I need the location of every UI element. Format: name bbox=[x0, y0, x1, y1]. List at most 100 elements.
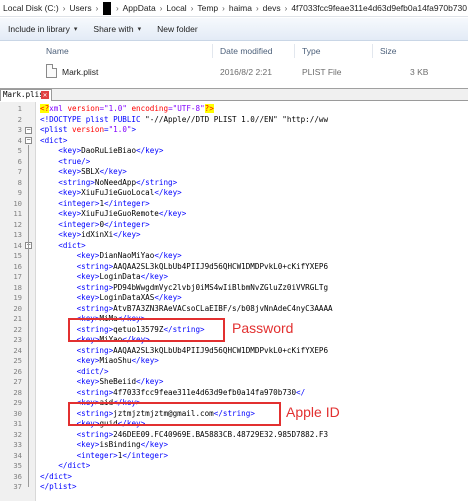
line-number: 14 bbox=[13, 240, 22, 250]
breadcrumb-item[interactable]: Users bbox=[68, 3, 92, 13]
code-line[interactable]: <string>NoNeedApp</string> bbox=[40, 178, 468, 189]
chevron-down-icon: ▾ bbox=[73, 26, 78, 33]
breadcrumb-separator-icon[interactable]: › bbox=[60, 4, 69, 13]
line-number: 19 bbox=[13, 293, 22, 302]
line-number: 5 bbox=[17, 146, 22, 155]
column-divider[interactable] bbox=[294, 44, 295, 58]
code-line[interactable]: <key>SBLX</key> bbox=[40, 167, 468, 178]
chevron-down-icon: ▾ bbox=[137, 26, 142, 33]
fold-guide bbox=[28, 144, 29, 487]
line-number: 27 bbox=[13, 377, 22, 386]
line-number: 23 bbox=[13, 335, 22, 344]
file-type: PLIST File bbox=[302, 67, 342, 77]
breadcrumb-item[interactable]: AppData bbox=[122, 3, 157, 13]
code-line[interactable]: <dict> bbox=[40, 241, 468, 252]
breadcrumb-separator-icon[interactable]: › bbox=[219, 4, 228, 13]
line-number: 16 bbox=[13, 261, 22, 271]
code-line[interactable]: <key>XiuFuJieGuoLocal</key> bbox=[40, 188, 468, 199]
column-divider[interactable] bbox=[372, 44, 373, 58]
address-bar[interactable]: Local Disk (C:) › Users › › AppData › Local › Tem… bbox=[0, 0, 468, 17]
include-in-library-button[interactable]: Include in library ▾ bbox=[0, 24, 85, 34]
file-row[interactable]: Mark.plist 2016/8/2 2:21 PLIST File 3 KB bbox=[0, 63, 468, 81]
line-number: 12 bbox=[13, 219, 22, 229]
column-divider[interactable] bbox=[212, 44, 213, 58]
breadcrumb-item[interactable]: 4f7033fcc9feae311e4d63d9efb0a14fa970b730 bbox=[290, 3, 468, 13]
column-header-name[interactable]: Name bbox=[46, 46, 69, 56]
code-line[interactable]: <string>AAQAA2SL3kQLbUb4PIIJ9d56QHCW1DMD… bbox=[40, 346, 468, 357]
code-line[interactable]: <string>246DEE09.FC40969E.BA5883CB.48729… bbox=[40, 430, 468, 441]
code-line[interactable]: </dict> bbox=[40, 472, 468, 483]
line-number: 22 bbox=[13, 324, 22, 334]
column-header-date[interactable]: Date modified bbox=[220, 46, 272, 56]
include-in-library-label: Include in library bbox=[8, 24, 70, 34]
line-number: 32 bbox=[13, 429, 22, 439]
code-line[interactable]: </dict> bbox=[40, 461, 468, 472]
new-folder-button[interactable]: New folder bbox=[149, 24, 206, 34]
code-line[interactable]: <string>AtvB7A3ZN3RAeVACsoCLaEIBF/s/b08j… bbox=[40, 304, 468, 315]
code-line[interactable]: <key>idXinXi</key> bbox=[40, 230, 468, 241]
line-number: 10 bbox=[13, 198, 22, 208]
code-line[interactable]: <!DOCTYPE plist PUBLIC "-//Apple//DTD PL… bbox=[40, 115, 468, 126]
line-number: 25 bbox=[13, 356, 22, 365]
code-area[interactable]: <?xml version="1.0" encoding="UTF-8"?> <!… bbox=[36, 102, 468, 501]
code-line[interactable]: <plist version="1.0"> bbox=[40, 125, 468, 136]
share-with-button[interactable]: Share with ▾ bbox=[85, 24, 149, 34]
breadcrumb-separator-icon[interactable]: › bbox=[93, 4, 102, 13]
command-bar: Include in library ▾ Share with ▾ New fo… bbox=[0, 18, 468, 41]
line-number: 21 bbox=[13, 314, 22, 323]
line-number: 35 bbox=[13, 461, 22, 470]
text-editor: Mark.plist ✕ 123−4−567891011121314−15161… bbox=[0, 88, 468, 501]
code-line[interactable]: <key>DaoRuLieBiao</key> bbox=[40, 146, 468, 157]
appleid-annotation: Apple ID bbox=[286, 404, 340, 420]
code-line[interactable]: <key>SheBeiid</key> bbox=[40, 377, 468, 388]
line-number: 2 bbox=[17, 114, 22, 124]
line-number: 6 bbox=[17, 156, 22, 166]
column-header-type[interactable]: Type bbox=[302, 46, 320, 56]
code-line[interactable]: <integer>1</integer> bbox=[40, 451, 468, 462]
line-number: 17 bbox=[13, 272, 22, 281]
code-line[interactable]: <?xml version="1.0" encoding="UTF-8"?> bbox=[40, 104, 468, 115]
line-number: 37 bbox=[13, 482, 22, 491]
close-icon[interactable]: ✕ bbox=[41, 91, 49, 99]
breadcrumb-item[interactable]: Local bbox=[165, 3, 187, 13]
code-line[interactable]: <key>LoginDataXAS</key> bbox=[40, 293, 468, 304]
fold-toggle-icon[interactable]: − bbox=[25, 126, 32, 134]
line-number: 26 bbox=[13, 366, 22, 376]
editor-tab-strip: Mark.plist ✕ bbox=[0, 89, 468, 101]
fold-toggle-icon[interactable]: − bbox=[25, 137, 32, 144]
code-line[interactable]: <string>4f7033fcc9feae311e4d63d9efb0a14f… bbox=[40, 388, 468, 399]
editor-tab[interactable]: Mark.plist ✕ bbox=[0, 89, 52, 101]
column-header-size[interactable]: Size bbox=[380, 46, 397, 56]
code-line[interactable]: <integer>0</integer> bbox=[40, 220, 468, 231]
code-line[interactable]: </plist> bbox=[40, 482, 468, 493]
file-name: Mark.plist bbox=[62, 67, 99, 77]
code-line[interactable]: <string>PD94bWwgdmVyc2lvbj0iMS4wIiBlbmNv… bbox=[40, 283, 468, 294]
code-line[interactable]: <key>XiuFuJieGuoRemote</key> bbox=[40, 209, 468, 220]
breadcrumb-item[interactable]: devs bbox=[262, 3, 282, 13]
breadcrumb-item[interactable]: Local Disk (C:) bbox=[2, 3, 60, 13]
breadcrumb-separator-icon[interactable]: › bbox=[113, 4, 122, 13]
file-size: 3 KB bbox=[410, 67, 429, 77]
line-number: 4 bbox=[17, 135, 22, 145]
breadcrumb-item[interactable]: Temp bbox=[196, 3, 219, 13]
code-line[interactable]: <string>AAQAA2SL3kQLbUb4PIIJ9d56QHCW1DMD… bbox=[40, 262, 468, 273]
password-highlight-box bbox=[68, 318, 225, 342]
code-line[interactable]: <key>isBinding</key> bbox=[40, 440, 468, 451]
file-icon bbox=[46, 64, 57, 78]
code-line[interactable]: <key>LoginData</key> bbox=[40, 272, 468, 283]
breadcrumb-separator-icon[interactable]: › bbox=[282, 4, 291, 13]
breadcrumb-item[interactable]: haima bbox=[228, 3, 253, 13]
line-number: 36 bbox=[13, 471, 22, 481]
code-line[interactable]: <key>DianNaoMiYao</key> bbox=[40, 251, 468, 262]
code-line[interactable]: <dict> bbox=[40, 136, 468, 147]
breadcrumb-separator-icon[interactable]: › bbox=[188, 4, 197, 13]
code-line[interactable]: <key>MiaoShu</key> bbox=[40, 356, 468, 367]
code-line[interactable]: <true/> bbox=[40, 157, 468, 168]
breadcrumb-separator-icon[interactable]: › bbox=[253, 4, 262, 13]
code-line[interactable]: <dict/> bbox=[40, 367, 468, 378]
breadcrumb-separator-icon[interactable]: › bbox=[157, 4, 166, 13]
line-number: 20 bbox=[13, 303, 22, 313]
line-number: 11 bbox=[13, 209, 22, 218]
line-number: 7 bbox=[17, 167, 22, 176]
code-line[interactable]: <integer>1</integer> bbox=[40, 199, 468, 210]
